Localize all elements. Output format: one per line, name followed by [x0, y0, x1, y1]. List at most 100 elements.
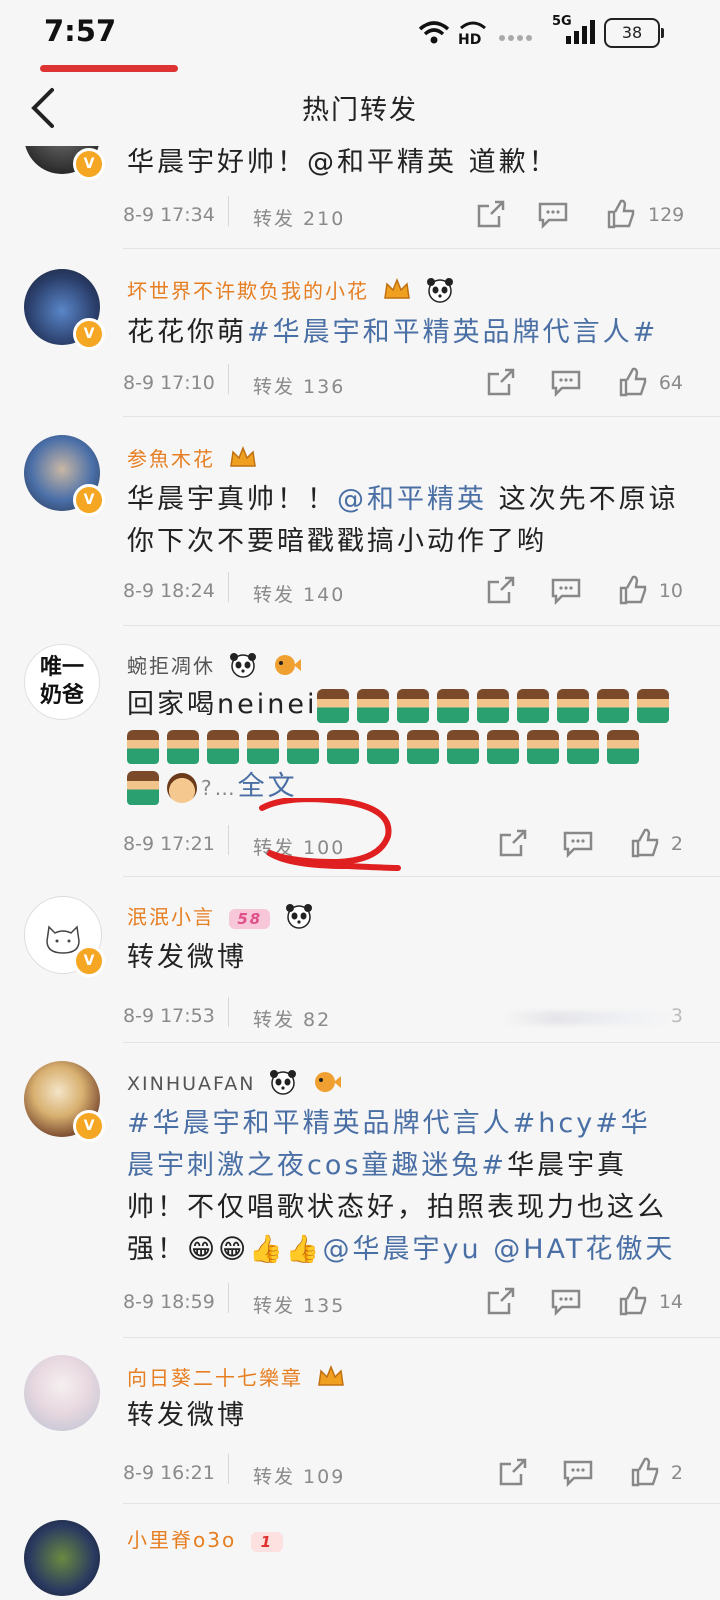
like-icon[interactable] — [629, 1456, 661, 1488]
share-icon[interactable] — [485, 1285, 517, 1317]
mention-link[interactable]: @华晨宇yu — [323, 1234, 482, 1265]
nav-bar: 热门转发 — [0, 72, 720, 146]
person-emoji-icon — [407, 729, 439, 764]
post-meta: 8-9 18:24 转发 140 10 — [123, 572, 696, 610]
puffer-fish-icon — [272, 653, 302, 682]
person-emoji-icon — [327, 729, 359, 764]
status-time: 7:57 — [44, 14, 117, 48]
like-count: 10 — [658, 580, 683, 602]
person-emoji-icon — [287, 729, 319, 764]
forward-count[interactable]: 转发 100 — [253, 833, 345, 860]
avatar[interactable] — [24, 1355, 100, 1431]
verified-badge-icon: V — [73, 484, 105, 516]
post-text: 华晨宇真帅！！@和平精英 这次先不原谅你下次不要暗戳戳搞小动作了哟 — [127, 484, 679, 557]
user-name[interactable]: 向日葵二十七樂章 — [127, 1362, 345, 1394]
share-icon[interactable] — [485, 574, 517, 606]
share-icon[interactable] — [485, 366, 517, 398]
person-emoji-icon — [367, 729, 399, 764]
like-count: 2 — [670, 1462, 683, 1484]
person-emoji-icon — [637, 688, 670, 723]
share-icon[interactable] — [475, 198, 507, 230]
comment-icon[interactable] — [562, 1456, 594, 1488]
like-count: 2 — [670, 833, 683, 855]
blurred-actions — [503, 1011, 673, 1025]
person-emoji-icon — [317, 688, 350, 723]
forward-count[interactable]: 转发 82 — [253, 1005, 331, 1032]
meta-divider — [228, 196, 229, 226]
user-name[interactable]: XINHUAFAN — [127, 1069, 342, 1100]
person-emoji-icon — [477, 688, 510, 723]
repost-list[interactable]: V 华晨宇好帅！@和平精英 道歉！ 8-9 17:34 转发 210 129 V… — [0, 146, 720, 1600]
comment-icon[interactable] — [550, 1285, 582, 1317]
forward-count[interactable]: 转发 210 — [253, 204, 345, 231]
avatar[interactable] — [24, 1520, 100, 1596]
user-name[interactable]: 小里脊o3o 1 — [127, 1524, 283, 1553]
forward-count[interactable]: 转发 109 — [253, 1462, 345, 1489]
meta-divider — [228, 825, 229, 855]
forward-count[interactable]: 转发 140 — [253, 580, 345, 607]
hashtag-link[interactable]: #华晨宇和平精英品牌代言人# — [127, 1108, 538, 1139]
post-meta: 8-9 17:53 转发 82 3 — [123, 997, 696, 1035]
verified-badge-icon: V — [73, 318, 105, 350]
mention-link[interactable]: @HAT花傲天 — [493, 1234, 675, 1265]
user-name[interactable]: 坏世界不许欺负我的小花 — [127, 275, 454, 308]
person-emoji-icon — [127, 729, 159, 764]
person-emoji-icon — [437, 688, 470, 723]
hd-indicator: HD — [458, 18, 488, 48]
user-name[interactable]: 蜿拒凋休 — [127, 650, 302, 683]
page-title: 热门转发 — [302, 95, 418, 126]
forward-count[interactable]: 转发 136 — [253, 372, 345, 399]
panda-icon — [269, 1069, 297, 1100]
verified-badge-icon: V — [73, 945, 105, 977]
user-name[interactable]: 参魚木花 — [127, 443, 257, 475]
comment-icon[interactable] — [550, 366, 582, 398]
share-icon[interactable] — [497, 827, 529, 859]
face-emoji-icon — [167, 772, 197, 803]
comment-icon[interactable] — [550, 574, 582, 606]
comment-icon[interactable] — [562, 827, 594, 859]
comment-icon[interactable] — [537, 198, 569, 230]
divider — [123, 1337, 720, 1338]
meta-divider — [228, 1283, 229, 1313]
meta-divider — [228, 364, 229, 394]
divider — [123, 416, 720, 417]
like-count: 64 — [658, 372, 683, 394]
post-date: 8-9 17:21 — [123, 833, 215, 855]
mention-link[interactable]: @和平精英 — [337, 484, 487, 515]
like-icon[interactable] — [629, 827, 661, 859]
person-emoji-icon — [127, 770, 159, 805]
panda-icon — [426, 277, 454, 308]
post-text: #华晨宇和平精英品牌代言人#hcy#华晨宇刺激之夜cos童趣迷兔#华晨宇真帅！不… — [127, 1108, 676, 1265]
post-text: 转发微博 — [127, 942, 247, 973]
post-date: 8-9 18:24 — [123, 580, 215, 602]
like-count: 14 — [658, 1291, 683, 1313]
like-icon[interactable] — [617, 574, 649, 606]
panda-icon — [285, 903, 313, 934]
meta-divider — [228, 572, 229, 602]
person-emoji-icon — [357, 688, 390, 723]
like-icon[interactable] — [617, 1285, 649, 1317]
battery-indicator: 38 — [604, 18, 664, 48]
divider — [123, 248, 720, 249]
avatar[interactable]: 唯一 奶爸 — [24, 644, 100, 720]
post-text: 花花你萌#华晨宇和平精英品牌代言人# — [127, 317, 659, 348]
person-emoji-icon — [607, 729, 639, 764]
meta-divider — [228, 997, 229, 1027]
full-text-link[interactable]: 全文 — [238, 771, 298, 802]
forward-count[interactable]: 转发 135 — [253, 1291, 345, 1318]
post-meta: 8-9 17:10 转发 136 64 — [123, 364, 696, 402]
person-emoji-icon — [447, 729, 479, 764]
person-emoji-icon — [247, 729, 279, 764]
like-icon[interactable] — [605, 198, 637, 230]
crown-badge-icon — [229, 445, 257, 475]
cell-signal-icon — [566, 20, 596, 48]
like-icon[interactable] — [617, 366, 649, 398]
annotation-underline — [40, 65, 178, 72]
user-name[interactable]: 泯泯小言 58 — [127, 901, 313, 934]
hashtag-link[interactable]: hcy — [538, 1108, 595, 1139]
share-icon[interactable] — [497, 1456, 529, 1488]
crown-badge-icon — [383, 277, 411, 307]
post-date: 8-9 17:34 — [123, 204, 215, 226]
post-meta: 8-9 17:34 转发 210 129 — [123, 196, 696, 234]
hashtag-link[interactable]: #华晨宇和平精英品牌代言人# — [247, 317, 658, 348]
